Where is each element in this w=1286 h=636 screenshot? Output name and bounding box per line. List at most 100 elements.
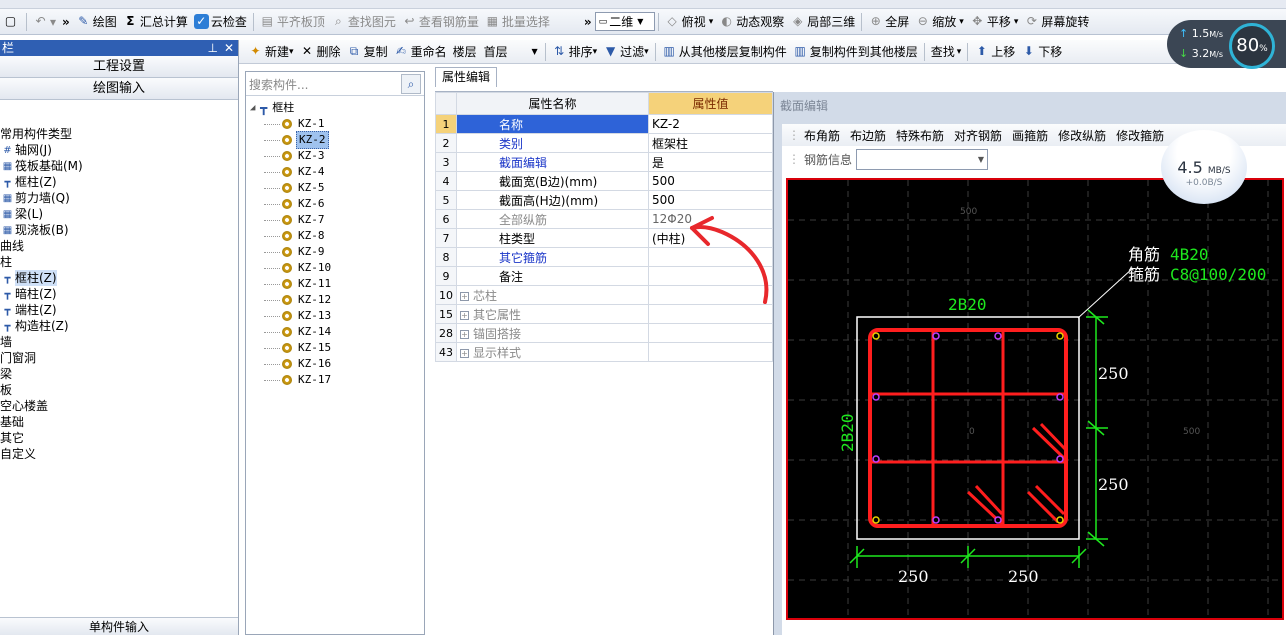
speed-bubble[interactable]: 4.5 MB/S +0.0B/S <box>1161 130 1247 204</box>
floor-select[interactable]: 首层 ▼ <box>480 42 542 61</box>
section-tool-button[interactable]: 对齐钢筋 <box>954 127 1002 144</box>
property-value[interactable] <box>648 342 773 362</box>
toolbar-overflow-button[interactable]: » <box>59 11 73 33</box>
search-icon[interactable]: ⌕ <box>401 74 421 94</box>
tree-item[interactable]: KZ-6 <box>250 196 333 212</box>
component-type-item[interactable]: 基础 <box>0 414 239 430</box>
project-settings-tab[interactable]: 工程设置 <box>0 56 238 78</box>
component-type-item[interactable]: ┳ 暗柱(Z) <box>0 286 239 302</box>
sort-button[interactable]: ⇅ 排序 ▾ <box>549 41 601 63</box>
property-value[interactable] <box>648 323 773 343</box>
property-row[interactable]: 28 + 锚固搭接 <box>435 323 773 343</box>
tree-item[interactable]: KZ-12 <box>250 292 333 308</box>
component-type-item[interactable]: 空心楼盖 <box>0 398 239 414</box>
orbit-button[interactable]: ◐ 动态观察 <box>716 11 787 33</box>
tree-item[interactable]: KZ-15 <box>250 340 333 356</box>
tree-item[interactable]: KZ-3 <box>250 148 333 164</box>
expand-icon[interactable]: + <box>460 310 469 320</box>
component-type-item[interactable]: 柱 <box>0 254 239 270</box>
expand-icon[interactable]: + <box>460 348 469 358</box>
tree-item[interactable]: KZ-9 <box>250 244 333 260</box>
drawing-input-tab[interactable]: 绘图输入 <box>0 78 238 100</box>
tree-item[interactable]: KZ-5 <box>250 180 333 196</box>
tree-item[interactable]: KZ-1 <box>250 116 333 132</box>
property-row[interactable]: 1 名称 KZ-2 <box>435 114 773 134</box>
batch-select-button[interactable]: ▦ 批量选择 <box>482 11 553 33</box>
component-type-item[interactable]: 板 <box>0 382 239 398</box>
copy-from-floor-button[interactable]: ▥ 从其他楼层复制构件 <box>659 41 790 63</box>
copy-button[interactable]: ⧉ 复制 <box>344 41 391 63</box>
property-value[interactable]: 12Φ20 <box>648 209 773 229</box>
section-tool-button[interactable]: 修改箍筋 <box>1116 127 1164 144</box>
collapse-icon[interactable]: ◢ <box>250 100 260 116</box>
view-mode-select[interactable]: ▭ 二维 ▼ <box>594 12 655 31</box>
section-tool-button[interactable]: 画箍筋 <box>1012 127 1048 144</box>
component-type-item[interactable]: ▦ 现浇板(B) <box>0 222 239 238</box>
find-button[interactable]: 查找 ▾ <box>928 41 965 63</box>
zoom-button[interactable]: ⊖ 缩放 ▾ <box>912 11 967 33</box>
property-value[interactable]: 500 <box>648 171 773 191</box>
component-type-item[interactable]: 常用构件类型 <box>0 126 239 142</box>
property-row[interactable]: 7 柱类型 (中柱) <box>435 228 773 248</box>
rename-button[interactable]: ✍ 重命名 <box>391 41 450 63</box>
tree-item[interactable]: KZ-11 <box>250 276 333 292</box>
tree-item[interactable]: KZ-16 <box>250 356 333 372</box>
property-row[interactable]: 10 + 芯柱 <box>435 285 773 305</box>
property-value[interactable] <box>648 304 773 324</box>
property-row[interactable]: 5 截面高(H边)(mm) 500 <box>435 190 773 210</box>
component-type-item[interactable]: ┳ 构造柱(Z) <box>0 318 239 334</box>
property-value[interactable] <box>648 285 773 305</box>
tree-root[interactable]: ◢ ┳ 框柱 <box>250 100 333 116</box>
section-tool-button[interactable]: 修改纵筋 <box>1058 127 1106 144</box>
property-value[interactable]: 是 <box>648 152 773 172</box>
section-tool-button[interactable]: 布角筋 <box>804 127 840 144</box>
tab-property-edit[interactable]: 属性编辑 <box>435 67 497 87</box>
top-view-button[interactable]: ◇ 俯视 ▾ <box>662 11 717 33</box>
summary-calc-button[interactable]: Σ 汇总计算 <box>120 11 191 33</box>
property-value[interactable]: 框架柱 <box>648 133 773 153</box>
component-type-item[interactable]: 自定义 <box>0 446 239 462</box>
component-search[interactable]: 搜索构件... ⌕ <box>246 72 424 96</box>
property-row[interactable]: 2 类别 框架柱 <box>435 133 773 153</box>
component-type-item[interactable]: ▦ 梁(L) <box>0 206 239 222</box>
pin-icon[interactable]: ⊥ <box>208 40 218 56</box>
cloud-check-button[interactable]: ✓ 云检查 <box>191 11 250 33</box>
local-3d-button[interactable]: ◈ 局部三维 <box>787 11 858 33</box>
property-row[interactable]: 43 + 显示样式 <box>435 342 773 362</box>
section-tool-button[interactable]: 布边筋 <box>850 127 886 144</box>
draw-button[interactable]: ✎ 绘图 <box>73 11 120 33</box>
property-value[interactable]: KZ-2 <box>648 114 773 134</box>
align-slab-top-button[interactable]: ▤ 平齐板顶 <box>257 11 328 33</box>
property-value[interactable] <box>648 247 773 267</box>
find-element-button[interactable]: ⌕ 查找图元 <box>328 11 399 33</box>
tree-item[interactable]: KZ-14 <box>250 324 333 340</box>
tree-item[interactable]: KZ-4 <box>250 164 333 180</box>
property-row[interactable]: 8 其它箍筋 <box>435 247 773 267</box>
expand-icon[interactable]: + <box>460 329 469 339</box>
property-value[interactable]: 500 <box>648 190 773 210</box>
tree-item[interactable]: KZ-10 <box>250 260 333 276</box>
screen-rotate-button[interactable]: ⟳ 屏幕旋转 <box>1021 11 1092 33</box>
single-component-input-tab[interactable]: 单构件输入 <box>0 617 238 635</box>
component-type-item[interactable]: 其它 <box>0 430 239 446</box>
section-canvas[interactable]: 500 0 500 角筋 4B20 箍筋 C8@100/200 2B20 2B2… <box>786 178 1284 620</box>
property-value[interactable] <box>648 266 773 286</box>
move-up-button[interactable]: ⬆ 上移 <box>971 41 1018 63</box>
toolbar-overflow-button-2[interactable]: » <box>581 11 595 33</box>
tree-item[interactable]: KZ-7 <box>250 212 333 228</box>
tree-item[interactable]: KZ-17 <box>250 372 333 388</box>
component-type-item[interactable]: ┳ 框柱(Z) <box>0 174 239 190</box>
copy-to-floor-button[interactable]: ▥ 复制构件到其他楼层 <box>790 41 921 63</box>
component-type-item[interactable]: ┳ 端柱(Z) <box>0 302 239 318</box>
component-type-item[interactable]: 曲线 <box>0 238 239 254</box>
fullscreen-button[interactable]: ⊕ 全屏 <box>865 11 912 33</box>
tree-item[interactable]: KZ-8 <box>250 228 333 244</box>
property-row[interactable]: 3 截面编辑 是 <box>435 152 773 172</box>
component-type-item[interactable]: # 轴网(J) <box>0 142 239 158</box>
network-monitor[interactable]: ↑ 1.5M/s ↓ 3.2M/s 80% <box>1167 20 1286 69</box>
component-type-item[interactable]: 门窗洞 <box>0 350 239 366</box>
pan-button[interactable]: ✥ 平移 ▾ <box>967 11 1022 33</box>
component-type-item[interactable]: 梁 <box>0 366 239 382</box>
expand-icon[interactable]: + <box>460 291 469 301</box>
close-icon[interactable]: ✕ <box>224 40 234 56</box>
